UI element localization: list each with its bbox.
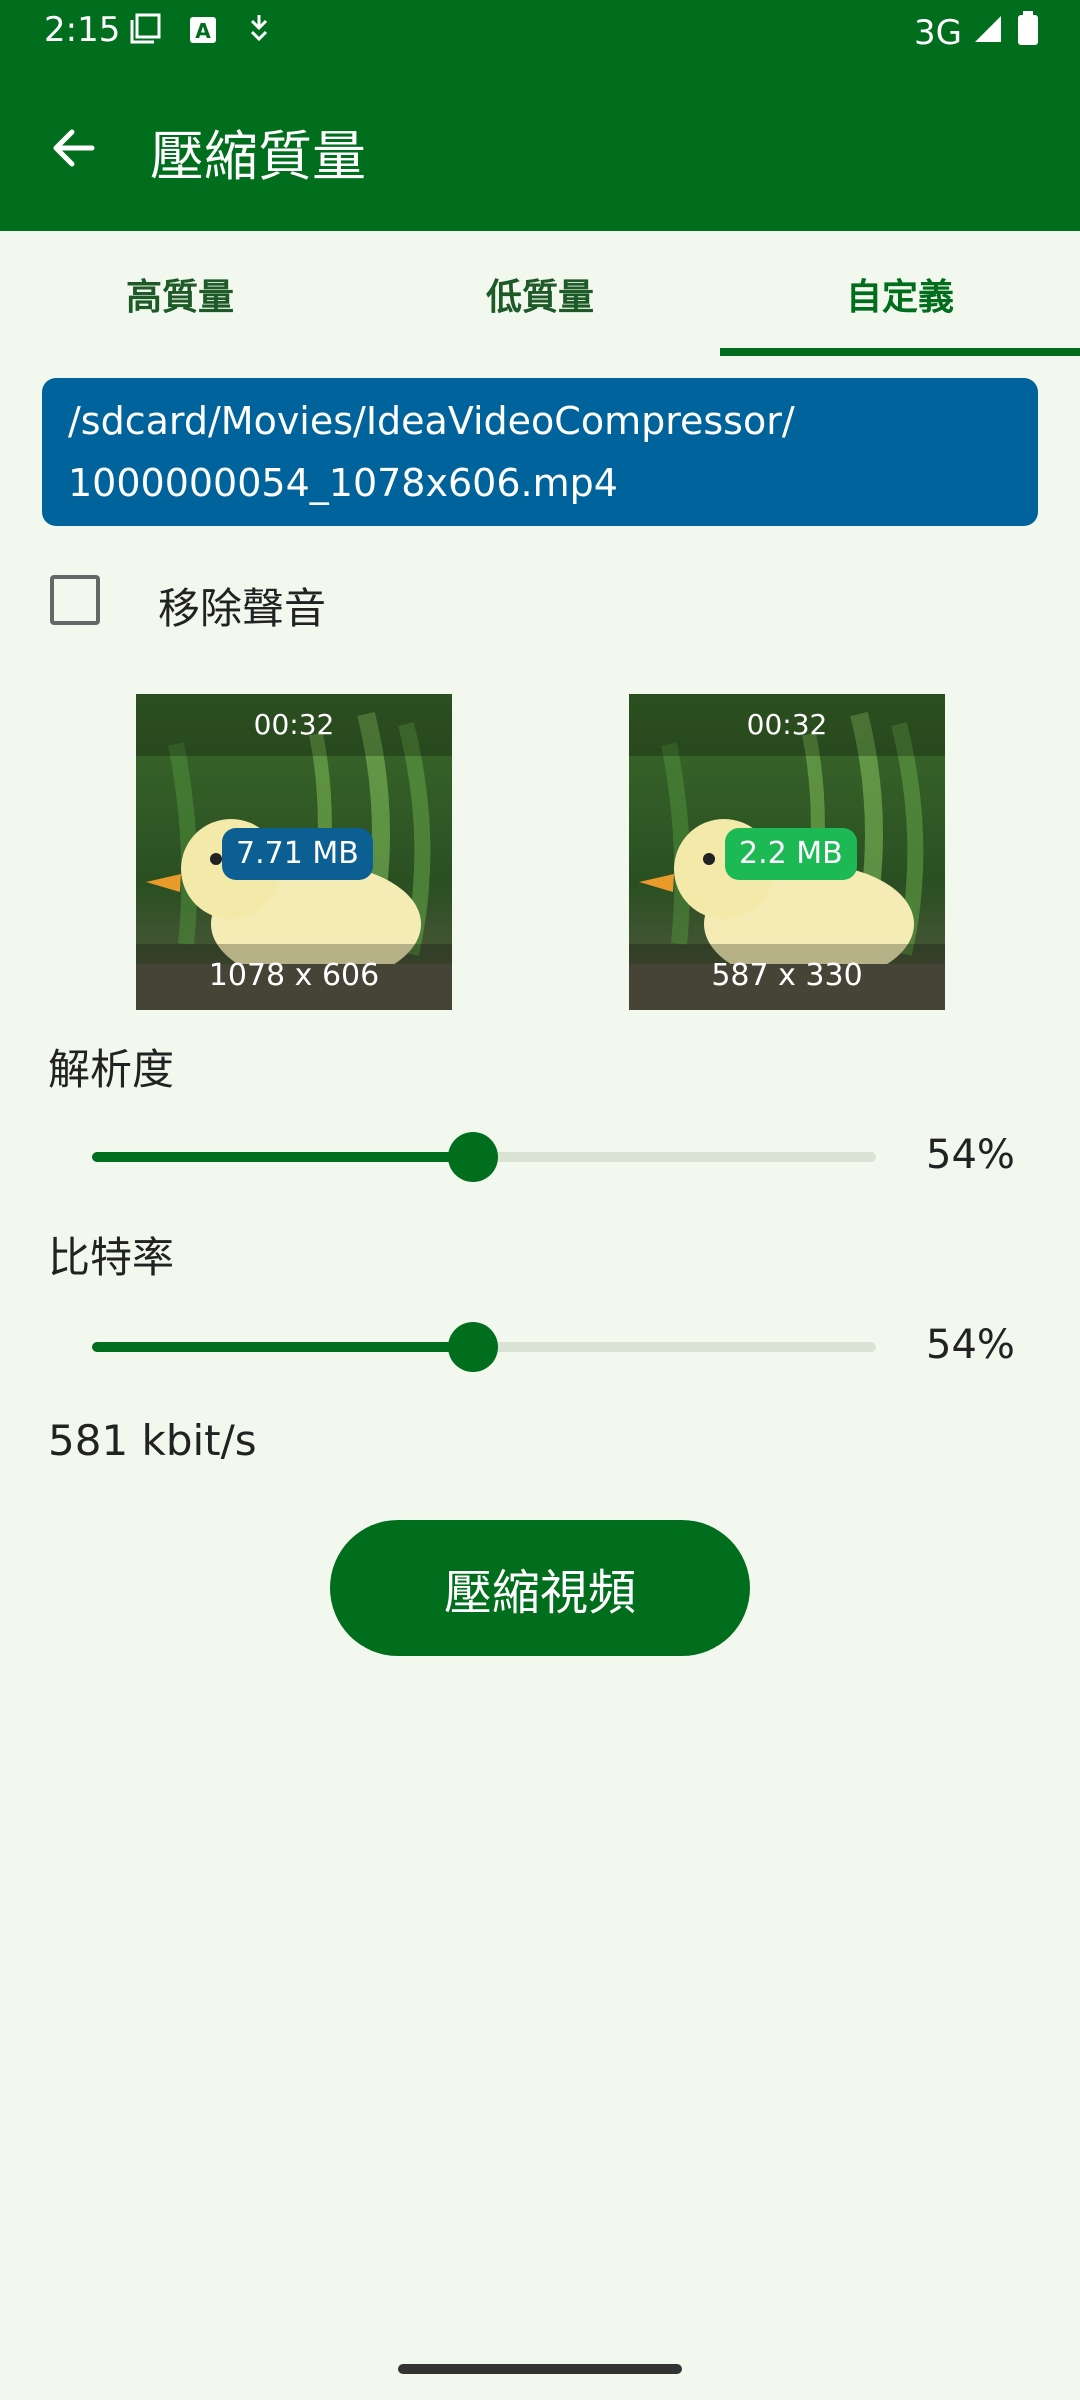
- slider-thumb[interactable]: [448, 1322, 498, 1372]
- compressed-video-thumbnail: 00:32 2.2 MB 587 x 330: [629, 694, 945, 1010]
- signal-icon: [972, 11, 1006, 54]
- compressed-resolution: 587 x 330: [711, 958, 863, 993]
- status-time: 2:15: [44, 10, 121, 50]
- remove-audio-label: 移除聲音: [158, 584, 327, 633]
- network-type: 3G: [914, 12, 962, 53]
- bitrate-label: 比特率: [48, 1233, 175, 1282]
- original-size-badge: 7.71 MB: [222, 828, 373, 880]
- remove-audio-checkbox[interactable]: [50, 575, 100, 625]
- quality-tabs: 高質量 低質量 自定義: [0, 231, 1080, 357]
- home-indicator[interactable]: [398, 2364, 682, 2374]
- resolution-value: 54%: [926, 1132, 1015, 1178]
- tab-custom[interactable]: 自定義: [720, 231, 1080, 357]
- original-resolution: 1078 x 606: [208, 958, 380, 993]
- file-path-box: /sdcard/Movies/IdeaVideoCompressor/ 1000…: [42, 378, 1038, 526]
- bitrate-slider[interactable]: [92, 1316, 876, 1376]
- svg-text:A: A: [195, 19, 211, 43]
- file-path-text: /sdcard/Movies/IdeaVideoCompressor/ 1000…: [68, 399, 795, 505]
- back-arrow-icon[interactable]: [44, 118, 104, 178]
- compressed-duration: 00:32: [746, 708, 828, 741]
- battery-icon: [1016, 10, 1040, 55]
- slider-fill: [92, 1152, 473, 1162]
- tab-indicator: [720, 348, 1080, 356]
- bitrate-value: 54%: [926, 1322, 1015, 1368]
- download-icon: [244, 12, 274, 55]
- a-box-icon: A: [188, 14, 218, 54]
- resolution-label: 解析度: [48, 1045, 175, 1094]
- compress-video-button[interactable]: 壓縮視頻: [330, 1520, 750, 1656]
- slider-fill: [92, 1342, 473, 1352]
- original-duration: 00:32: [253, 708, 335, 741]
- bitrate-kbits: 581 kbit/s: [48, 1416, 257, 1465]
- status-bar: 2:15 A 3G: [0, 0, 1080, 62]
- tab-high-quality[interactable]: 高質量: [0, 231, 360, 357]
- tab-low-quality[interactable]: 低質量: [360, 231, 720, 357]
- slider-thumb[interactable]: [448, 1132, 498, 1182]
- screenshot-icon: [128, 12, 162, 55]
- resolution-slider[interactable]: [92, 1126, 876, 1186]
- compressed-size-badge: 2.2 MB: [725, 828, 857, 880]
- app-bar: 2:15 A 3G 壓縮質量: [0, 0, 1080, 231]
- page-title: 壓縮質量: [150, 125, 366, 188]
- original-video-thumbnail: 00:32 7.71 MB 1078 x 606: [136, 694, 452, 1010]
